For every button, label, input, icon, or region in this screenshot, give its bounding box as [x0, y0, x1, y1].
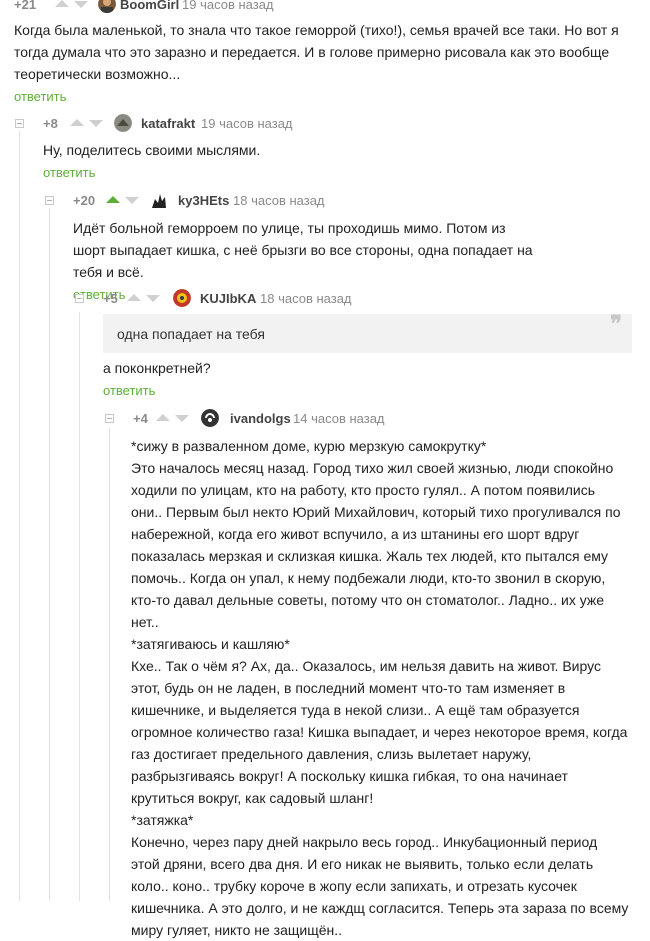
comment-time[interactable]: 19 часов назад	[182, 0, 274, 12]
comment-username[interactable]: BoomGirl	[120, 0, 179, 12]
collapse-toggle[interactable]	[45, 196, 54, 205]
comment-paragraph: Идёт больной геморроем по улице, ты прох…	[73, 220, 533, 280]
upvote-arrow-icon[interactable]	[55, 0, 69, 7]
comment-header: +4 ivandolgs 14 часов назад	[104, 409, 650, 431]
comment-paragraph: Это началось месяц назад. Город тихо жил…	[131, 460, 621, 630]
comment-text: Когда была маленькой, то знала что такое…	[14, 19, 644, 85]
downvote-arrow-icon[interactable]	[89, 120, 103, 127]
comment-paragraph: а поконкретней?	[103, 360, 211, 376]
collapse-toggle[interactable]	[105, 414, 114, 423]
quote-text: одна попадает на тебя	[117, 326, 265, 342]
comment-kujibka: +5 KUJIbKA 18 часов назад одна попадает …	[74, 289, 650, 400]
avatar[interactable]	[150, 191, 168, 209]
comment-quote: одна попадает на тебя ❞	[103, 311, 632, 353]
reply-link[interactable]: ответить	[103, 382, 650, 400]
avatar[interactable]	[114, 114, 132, 132]
comment-paragraph: *сижу в разваленном доме, курю мерзкую с…	[131, 438, 487, 454]
comment-username[interactable]: KUJIbKA	[200, 291, 256, 306]
comment-time[interactable]: 14 часов назад	[293, 411, 385, 426]
avatar[interactable]	[201, 409, 219, 427]
comment-rating: +5	[103, 291, 118, 306]
collapse-toggle[interactable]	[15, 119, 24, 128]
avatar[interactable]	[173, 289, 191, 307]
comment-ky3hets: +20 ky3HEts 18 часов назад Идёт больной …	[44, 193, 650, 304]
comment-time[interactable]: 18 часов назад	[233, 193, 325, 208]
upvote-arrow-icon[interactable]	[127, 294, 141, 301]
comment-text: а поконкретней?	[103, 357, 650, 379]
comment-text: Ну, поделитесь своими мыслями.	[43, 139, 650, 161]
comment-username[interactable]: katafrakt	[141, 116, 195, 131]
comment-text: *сижу в разваленном доме, курю мерзкую с…	[131, 435, 629, 941]
downvote-arrow-icon[interactable]	[146, 295, 160, 302]
quote-mark-icon: ❞	[610, 311, 622, 337]
comment-katafrakt: +8 katafrakt 19 часов назад Ну, поделите…	[14, 114, 650, 182]
comment-boomgirl: +21 BoomGirl 19 часов назад Когда была м…	[14, 0, 650, 106]
downvote-arrow-icon[interactable]	[74, 1, 88, 8]
comment-paragraph: *затягиваюсь и кашляю*	[131, 636, 290, 652]
comment-paragraph: Конечно, через пару дней накрыло весь го…	[131, 834, 629, 938]
comment-paragraph: Ну, поделитесь своими мыслями.	[43, 142, 261, 158]
comment-rating: +20	[73, 193, 96, 208]
avatar[interactable]	[98, 0, 116, 13]
comment-paragraph: Кхе.. Так о чём я? Ах, да.. Оказалось, и…	[131, 658, 628, 806]
comment-header: +20 ky3HEts 18 часов назад	[44, 193, 650, 213]
reply-link[interactable]: ответить	[43, 164, 650, 182]
comment-header: +21 BoomGirl 19 часов назад	[14, 0, 650, 17]
comment-rating: +4	[133, 411, 148, 426]
upvote-arrow-icon[interactable]	[70, 119, 84, 126]
reply-link[interactable]: ответить	[14, 88, 650, 106]
thread-line[interactable]	[49, 208, 50, 901]
comment-time[interactable]: 18 часов назад	[260, 291, 352, 306]
thread-line[interactable]	[79, 312, 80, 901]
comment-paragraph: *затяжка*	[131, 812, 194, 828]
comment-time[interactable]: 19 часов назад	[201, 116, 293, 131]
comment-paragraph: Когда была маленькой, то знала что такое…	[14, 22, 619, 82]
upvote-arrow-icon[interactable]	[106, 196, 120, 203]
upvote-arrow-icon[interactable]	[156, 414, 170, 421]
thread-line[interactable]	[19, 131, 20, 901]
downvote-arrow-icon[interactable]	[125, 197, 139, 204]
comment-text: Идёт больной геморроем по улице, ты прох…	[73, 217, 533, 283]
comment-ivandolgs: +4 ivandolgs 14 часов назад *сижу в разв…	[104, 409, 650, 941]
comment-header: +8 katafrakt 19 часов назад	[14, 114, 650, 136]
downvote-arrow-icon[interactable]	[175, 415, 189, 422]
comment-rating: +8	[43, 116, 58, 131]
collapse-toggle[interactable]	[75, 294, 84, 303]
comment-header: +5 KUJIbKA 18 часов назад	[74, 289, 650, 311]
comment-username[interactable]: ky3HEts	[178, 193, 229, 208]
comment-username[interactable]: ivandolgs	[230, 411, 291, 426]
comment-rating: +21	[14, 0, 37, 12]
